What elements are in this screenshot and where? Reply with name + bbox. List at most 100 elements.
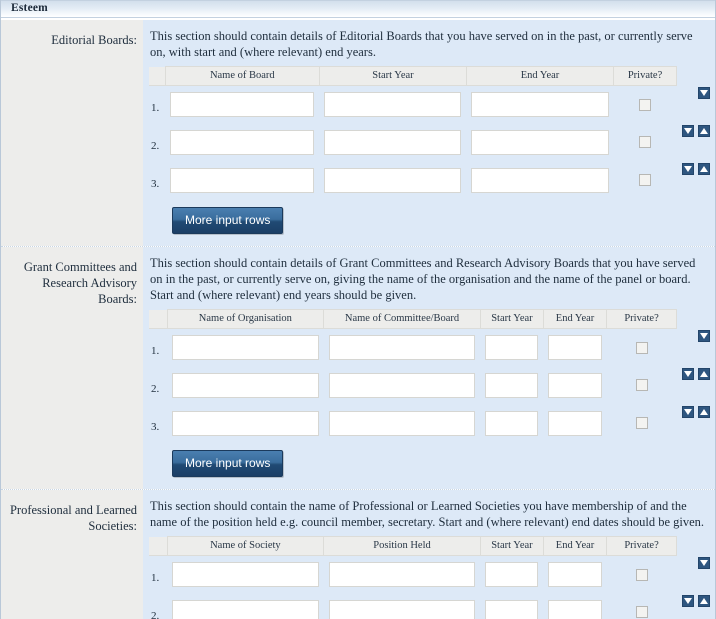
column-header: End Year [542,309,608,329]
text-input-name-of-organisation[interactable] [172,334,319,360]
text-input-end-year[interactable] [548,334,602,360]
more-input-rows-button[interactable]: More input rows [172,450,284,478]
section-professional-societies: Professional and Learned Societies: This … [1,489,715,619]
row-reorder-controls [676,406,710,419]
row-reorder-controls [676,330,710,343]
section-description-grant-committees: This section should contain details of G… [150,256,696,303]
private-checkbox[interactable] [635,568,648,581]
table-cell [319,161,466,199]
private-cell [614,161,677,199]
table-cell [480,555,543,593]
private-cell [607,555,677,593]
move-row-up-button[interactable] [698,406,710,419]
window-titlebar: Esteem [1,0,715,18]
move-row-up-button[interactable] [698,163,710,176]
table-cell [543,404,606,442]
move-row-up-button[interactable] [698,595,710,608]
text-input-name-of-society[interactable] [172,561,319,587]
column-header: Start Year [479,309,544,329]
text-input-position-held[interactable] [328,599,476,619]
move-row-down-button[interactable] [682,368,694,381]
table-cell [165,161,319,199]
private-checkbox[interactable] [635,341,648,354]
text-input-name-of-board[interactable] [170,91,315,117]
row-reorder-controls [676,368,710,381]
table-cell [167,593,324,619]
text-input-name-of-board[interactable] [170,167,315,193]
text-input-name-of-society[interactable] [172,599,319,619]
more-input-rows-button[interactable]: More input rows [172,207,284,235]
private-checkbox[interactable] [635,417,648,430]
column-header: Name of Committee/Board [323,309,481,329]
section-content-professional-societies: This section should contain the name of … [143,490,715,619]
private-cell [614,85,677,123]
table-cell [165,85,319,123]
row-index-header [149,66,166,86]
move-row-down-button[interactable] [682,595,694,608]
private-checkbox[interactable] [639,98,652,111]
text-input-start-year[interactable] [324,129,462,155]
text-input-end-year[interactable] [548,372,602,398]
table-cell [319,85,466,123]
text-input-start-year[interactable] [485,334,539,360]
row-number: 1. [151,102,160,115]
move-row-down-button[interactable] [698,87,710,100]
move-row-down-button[interactable] [682,125,694,138]
table-row: 1. [149,555,677,593]
move-row-down-button[interactable] [698,330,710,343]
text-input-position-held[interactable] [328,561,476,587]
column-header: Private? [606,309,677,329]
text-input-start-year[interactable] [324,91,462,117]
row-number: 3. [151,421,160,434]
table-cell [165,123,319,161]
text-input-name-of-committee-board[interactable] [328,410,476,436]
private-cell [607,328,677,366]
text-input-end-year[interactable] [471,167,609,193]
table-cell [466,161,613,199]
private-checkbox[interactable] [635,379,648,392]
private-checkbox[interactable] [639,136,652,149]
text-input-name-of-organisation[interactable] [172,372,319,398]
move-row-down-button[interactable] [698,557,710,570]
table-cell [324,366,481,404]
column-header: End Year [542,536,608,556]
table-header-row: Name of Organisation Name of Committee/Bo… [149,309,677,329]
text-input-start-year[interactable] [485,410,539,436]
private-checkbox[interactable] [639,174,652,187]
text-input-start-year[interactable] [324,167,462,193]
table-cell [167,555,324,593]
table-row: 3. [149,161,677,199]
move-row-down-button[interactable] [682,163,694,176]
column-header: Private? [613,66,677,86]
text-input-end-year[interactable] [548,599,602,619]
move-row-down-button[interactable] [682,406,694,419]
column-header: Start Year [318,66,467,86]
section-label-professional-societies: Professional and Learned Societies: [1,490,143,619]
row-number: 3. [151,178,160,191]
table-cell [480,593,543,619]
row-index-header [149,309,168,329]
text-input-start-year[interactable] [485,372,539,398]
text-input-name-of-committee-board[interactable] [328,372,476,398]
text-input-end-year[interactable] [471,129,609,155]
entries-table-professional-societies: Name of Society Position Held Start Year En… [149,536,677,619]
move-row-up-button[interactable] [698,368,710,381]
table-row: 1. [149,85,677,123]
text-input-start-year[interactable] [485,599,539,619]
row-reorder-controls [676,125,710,138]
table-cell [324,593,481,619]
table-cell [324,404,481,442]
text-input-end-year[interactable] [548,561,602,587]
text-input-name-of-board[interactable] [170,129,315,155]
row-number: 2. [151,383,160,396]
move-row-up-button[interactable] [698,125,710,138]
table-cell [319,123,466,161]
row-number: 2. [151,140,160,153]
text-input-name-of-organisation[interactable] [172,410,319,436]
private-checkbox[interactable] [635,606,648,619]
text-input-start-year[interactable] [485,561,539,587]
text-input-end-year[interactable] [548,410,602,436]
sections-container: Editorial Boards: This section should con… [1,20,715,619]
text-input-end-year[interactable] [471,91,609,117]
text-input-name-of-committee-board[interactable] [328,334,476,360]
